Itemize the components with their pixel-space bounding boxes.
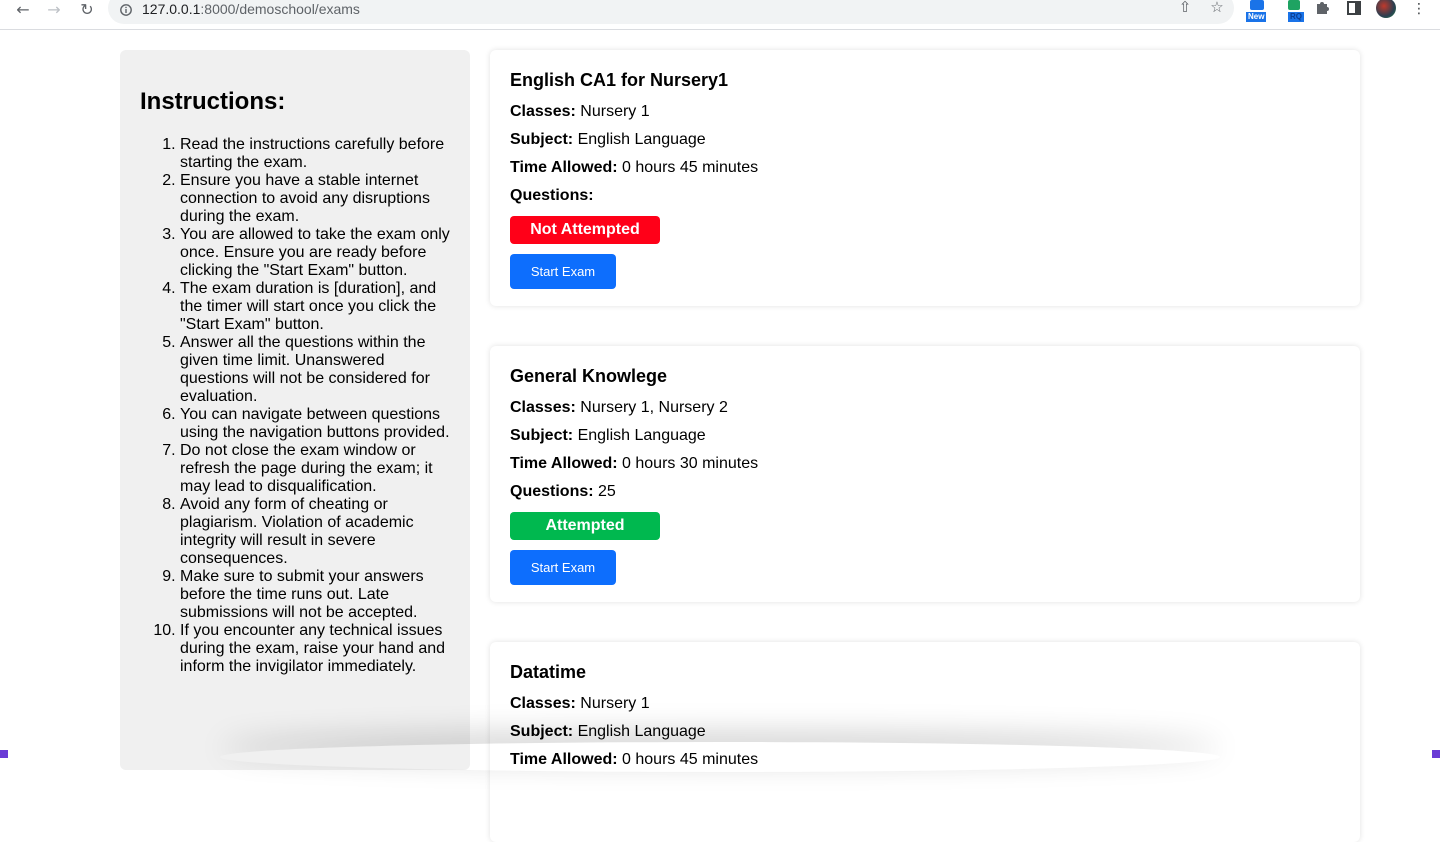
classes-value: Nursery 1	[580, 695, 650, 712]
browser-toolbar: ← → ↻ 127.0.0.1:8000/demoschool/exams ⇧ …	[0, 0, 1440, 30]
start-exam-button[interactable]: Start Exam	[510, 254, 616, 289]
questions-label: Questions:	[510, 187, 594, 204]
instruction-item: Do not close the exam window or refresh …	[180, 442, 450, 496]
back-arrow-icon[interactable]: ←	[12, 0, 34, 19]
address-bar[interactable]: 127.0.0.1:8000/demoschool/exams ⇧ ☆	[108, 0, 1234, 24]
instructions-panel: Instructions: Read the instructions care…	[120, 50, 470, 770]
forward-arrow-icon[interactable]: →	[43, 0, 65, 19]
exam-classes: Classes: Nursery 1, Nursery 2	[510, 394, 1340, 422]
classes-value: Nursery 1	[580, 103, 650, 120]
bottom-shadow	[220, 742, 1220, 772]
classes-label: Classes:	[510, 695, 576, 712]
exam-title: General Knowlege	[510, 366, 668, 386]
exam-subject: Subject: English Language	[510, 422, 1340, 450]
instruction-item: You can navigate between questions using…	[180, 406, 450, 442]
extension-logo	[1250, 0, 1264, 10]
instruction-item: Answer all the questions within the give…	[180, 334, 450, 406]
reload-icon[interactable]: ↻	[76, 0, 98, 19]
start-exam-button[interactable]: Start Exam	[510, 550, 616, 585]
subject-value: English Language	[577, 723, 706, 740]
questions-label: Questions:	[510, 483, 594, 500]
extension-rq-icon[interactable]: RQ	[1284, 0, 1306, 22]
exam-questions: Questions:	[510, 182, 1340, 210]
extension-rq-badge: RQ	[1288, 12, 1304, 22]
time-value: 0 hours 30 minutes	[622, 455, 759, 472]
sidebar-panel-icon[interactable]	[1346, 0, 1362, 16]
star-icon[interactable]: ☆	[1208, 0, 1226, 16]
subject-label: Subject:	[510, 131, 574, 148]
info-icon[interactable]	[120, 4, 132, 16]
url-path: :8000/demoschool/exams	[200, 1, 360, 17]
extension-new-icon[interactable]: New	[1246, 0, 1268, 22]
exam-title: English CA1 for Nursery1	[510, 70, 729, 90]
kebab-menu-icon[interactable]: ⋮	[1408, 0, 1430, 18]
exam-time: Time Allowed: 0 hours 30 minutes	[510, 450, 1340, 478]
instruction-item: The exam duration is [duration], and the…	[180, 280, 450, 334]
exam-time: Time Allowed: 0 hours 45 minutes	[510, 154, 1340, 182]
time-value: 0 hours 45 minutes	[622, 159, 759, 176]
exam-classes: Classes: Nursery 1	[510, 98, 1340, 126]
exam-card: English CA1 for Nursery1 Classes: Nurser…	[490, 50, 1360, 306]
questions-value: 25	[598, 483, 616, 500]
time-label: Time Allowed:	[510, 455, 618, 472]
subject-label: Subject:	[510, 427, 574, 444]
instruction-item: Read the instructions carefully before s…	[180, 136, 450, 172]
status-badge: Not Attempted	[510, 216, 660, 244]
classes-label: Classes:	[510, 103, 576, 120]
url-host: 127.0.0.1	[142, 1, 201, 17]
instructions-list: Read the instructions carefully before s…	[140, 136, 450, 676]
classes-value: Nursery 1, Nursery 2	[580, 399, 728, 416]
instruction-item: Ensure you have a stable internet connec…	[180, 172, 450, 226]
instruction-item: Make sure to submit your answers before …	[180, 568, 450, 622]
exam-classes: Classes: Nursery 1	[510, 690, 1340, 718]
exam-subject: Subject: English Language	[510, 126, 1340, 154]
url-text[interactable]: 127.0.0.1:8000/demoschool/exams	[142, 1, 360, 17]
share-icon[interactable]: ⇧	[1176, 0, 1194, 16]
time-label: Time Allowed:	[510, 159, 618, 176]
instructions-title: Instructions:	[140, 88, 286, 115]
exam-title: Datatime	[510, 662, 587, 682]
instruction-item: If you encounter any technical issues du…	[180, 622, 450, 676]
subject-label: Subject:	[510, 723, 574, 740]
instruction-item: Avoid any form of cheating or plagiarism…	[180, 496, 450, 568]
exam-card: General Knowlege Classes: Nursery 1, Nur…	[490, 346, 1360, 602]
instruction-item: You are allowed to take the exam only on…	[180, 226, 450, 280]
subject-value: English Language	[577, 131, 706, 148]
extension-new-badge: New	[1246, 12, 1267, 22]
extensions-puzzle-icon[interactable]	[1314, 0, 1330, 16]
subject-value: English Language	[577, 427, 706, 444]
profile-avatar[interactable]	[1376, 0, 1396, 18]
classes-label: Classes:	[510, 399, 576, 416]
status-badge: Attempted	[510, 512, 660, 540]
extension-logo	[1288, 0, 1300, 10]
exam-questions: Questions: 25	[510, 478, 1340, 506]
